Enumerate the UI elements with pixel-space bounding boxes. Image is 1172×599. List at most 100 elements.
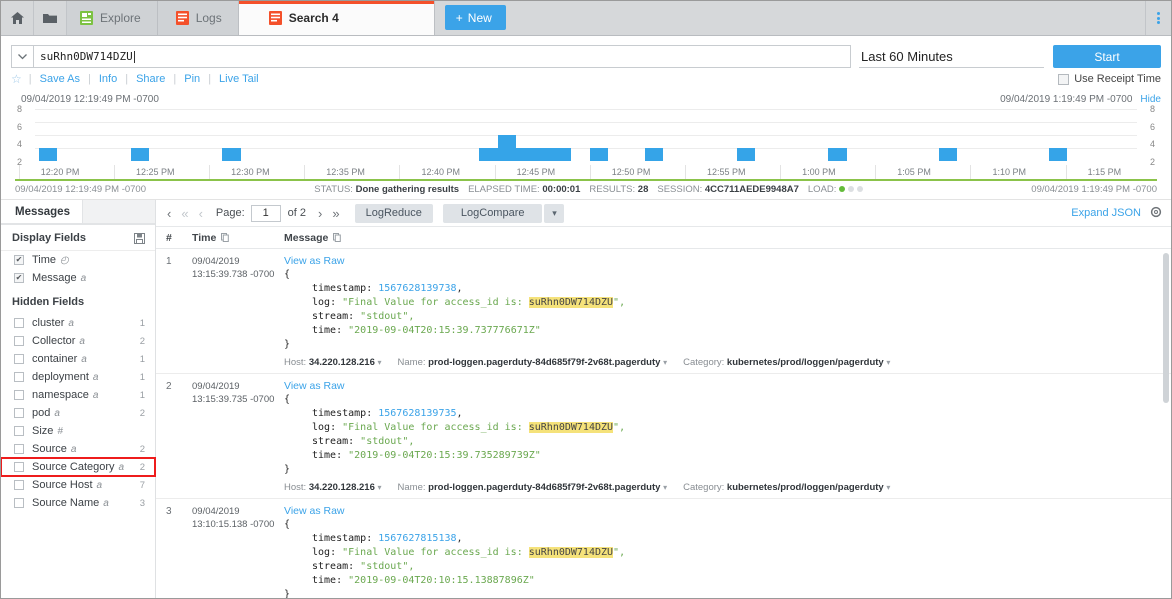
live-tail-link[interactable]: Live Tail <box>211 73 267 85</box>
tab-explore[interactable]: Explore <box>67 1 158 35</box>
view-as-raw-link[interactable]: View as Raw <box>284 255 345 267</box>
favorite-star-icon[interactable]: ☆ <box>11 72 22 86</box>
results-scrollbar[interactable] <box>1163 253 1169 403</box>
histogram-bar[interactable] <box>516 148 534 161</box>
query-history-button[interactable] <box>11 45 33 68</box>
view-as-raw-link[interactable]: View as Raw <box>284 505 345 517</box>
field-checkbox[interactable] <box>14 336 24 346</box>
field-checkbox[interactable] <box>14 372 24 382</box>
tab-search-4[interactable]: Search 4 <box>239 1 435 35</box>
chevron-down-icon[interactable]: ▾ <box>378 483 382 492</box>
row-time: 09/04/201913:15:39.738 -0700 <box>192 255 284 368</box>
back-button[interactable]: ‹ <box>162 206 176 221</box>
json-close-brace: } <box>284 463 1159 477</box>
histogram-bar[interactable] <box>553 148 571 161</box>
sidebar-field-source-host[interactable]: Source Hosta7 <box>1 476 155 494</box>
field-checkbox[interactable] <box>14 255 24 265</box>
meta-host[interactable]: Host: 34.220.128.216 ▾ <box>284 482 382 493</box>
chevron-down-icon[interactable]: ▾ <box>886 483 890 492</box>
tab-messages[interactable]: Messages <box>1 200 83 224</box>
field-checkbox[interactable] <box>14 480 24 490</box>
field-checkbox[interactable] <box>14 408 24 418</box>
library-button[interactable] <box>34 1 67 35</box>
pin-link[interactable]: Pin <box>176 73 208 85</box>
share-link[interactable]: Share <box>128 73 173 85</box>
sidebar-field-size[interactable]: Size# <box>1 422 155 440</box>
sidebar-field-source[interactable]: Sourcea2 <box>1 440 155 458</box>
chevron-down-icon[interactable]: ▾ <box>663 483 667 492</box>
histogram-bar[interactable] <box>645 148 663 161</box>
sidebar-field-cluster[interactable]: clustera1 <box>1 314 155 332</box>
histogram-bar[interactable] <box>590 148 608 161</box>
expand-json-link[interactable]: Expand JSON <box>1071 207 1141 219</box>
json-value: "stdout", <box>360 561 414 572</box>
sidebar-field-source-category[interactable]: Source Categorya2 <box>1 458 155 476</box>
gear-icon[interactable] <box>1150 206 1162 221</box>
home-button[interactable] <box>1 1 34 35</box>
save-icon[interactable] <box>134 233 145 244</box>
histogram-bar[interactable] <box>131 148 149 161</box>
field-checkbox[interactable] <box>14 444 24 454</box>
sidebar-field-collector[interactable]: Collectora2 <box>1 332 155 350</box>
sidebar-field-container[interactable]: containera1 <box>1 350 155 368</box>
table-row[interactable]: 109/04/201913:15:39.738 -0700View as Raw… <box>156 249 1171 374</box>
logreduce-button[interactable]: LogReduce <box>355 204 433 223</box>
histogram-bar[interactable] <box>737 148 755 161</box>
histogram-chart[interactable]: 2244668812:20 PM12:25 PM12:30 PM12:35 PM… <box>15 109 1157 181</box>
copy-icon[interactable] <box>333 233 341 242</box>
sidebar-field-namespace[interactable]: namespacea1 <box>1 386 155 404</box>
last-page-button[interactable]: » <box>327 206 344 221</box>
histogram-bar[interactable] <box>939 148 957 161</box>
meta-name[interactable]: Name: prod-loggen.pagerduty-84d685f79f-2… <box>398 482 668 493</box>
tab-logs[interactable]: Logs <box>158 1 239 35</box>
search-query-input[interactable]: suRhn0DW714DZU <box>33 45 851 68</box>
meta-category[interactable]: Category: kubernetes/prod/loggen/pagerdu… <box>683 357 890 368</box>
logcompare-dropdown-icon[interactable]: ▾ <box>544 204 564 223</box>
field-checkbox[interactable] <box>14 318 24 328</box>
save-as-link[interactable]: Save As <box>32 73 88 85</box>
field-checkbox[interactable] <box>14 390 24 400</box>
y-axis-tick-label: 2 <box>1150 157 1155 167</box>
histogram-end-time: 09/04/2019 1:19:49 PM -0700 <box>1000 94 1132 105</box>
meta-category[interactable]: Category: kubernetes/prod/loggen/pagerdu… <box>683 482 890 493</box>
next-page-button[interactable]: › <box>313 206 327 221</box>
table-row[interactable]: 309/04/201913:10:15.138 -0700View as Raw… <box>156 499 1171 598</box>
json-close-brace: } <box>284 338 1159 352</box>
chevron-down-icon[interactable]: ▾ <box>378 358 382 367</box>
sidebar-field-pod[interactable]: poda2 <box>1 404 155 422</box>
histogram-bar[interactable] <box>222 148 240 161</box>
sidebar-field-deployment[interactable]: deploymenta1 <box>1 368 155 386</box>
field-type-icon: a <box>68 318 74 329</box>
view-as-raw-link[interactable]: View as Raw <box>284 380 345 392</box>
logcompare-button[interactable]: LogCompare <box>443 204 543 223</box>
start-search-button[interactable]: Start <box>1053 45 1161 68</box>
field-checkbox[interactable] <box>14 426 24 436</box>
prev-page-button[interactable]: ‹ <box>194 206 208 221</box>
sidebar-field-source-name[interactable]: Source Namea3 <box>1 494 155 512</box>
new-tab-button[interactable]: + New <box>445 5 506 30</box>
histogram-bar[interactable] <box>535 148 553 161</box>
chevron-down-icon[interactable]: ▾ <box>663 358 667 367</box>
histogram-bar[interactable] <box>479 148 497 161</box>
field-checkbox[interactable] <box>14 462 24 472</box>
copy-icon[interactable] <box>221 233 229 242</box>
field-checkbox[interactable] <box>14 354 24 364</box>
field-checkbox[interactable] <box>14 273 24 283</box>
histogram-bar[interactable] <box>1049 148 1067 161</box>
histogram-bar[interactable] <box>39 148 57 161</box>
field-checkbox[interactable] <box>14 498 24 508</box>
tab-menu-button[interactable] <box>1145 1 1171 35</box>
use-receipt-time-checkbox[interactable]: Use Receipt Time <box>1058 73 1161 85</box>
histogram-bar[interactable] <box>828 148 846 161</box>
histogram-bar[interactable] <box>498 135 516 161</box>
sidebar-field-time[interactable]: Time◴ <box>1 251 155 269</box>
first-page-button[interactable]: « <box>176 206 193 221</box>
meta-host[interactable]: Host: 34.220.128.216 ▾ <box>284 357 382 368</box>
info-link[interactable]: Info <box>91 73 125 85</box>
time-range-input[interactable]: Last 60 Minutes <box>859 45 1044 68</box>
chevron-down-icon[interactable]: ▾ <box>886 358 890 367</box>
meta-name[interactable]: Name: prod-loggen.pagerduty-84d685f79f-2… <box>398 357 668 368</box>
page-number-input[interactable]: 1 <box>251 205 281 222</box>
table-row[interactable]: 209/04/201913:15:39.735 -0700View as Raw… <box>156 374 1171 499</box>
sidebar-field-message[interactable]: Messagea <box>1 269 155 287</box>
